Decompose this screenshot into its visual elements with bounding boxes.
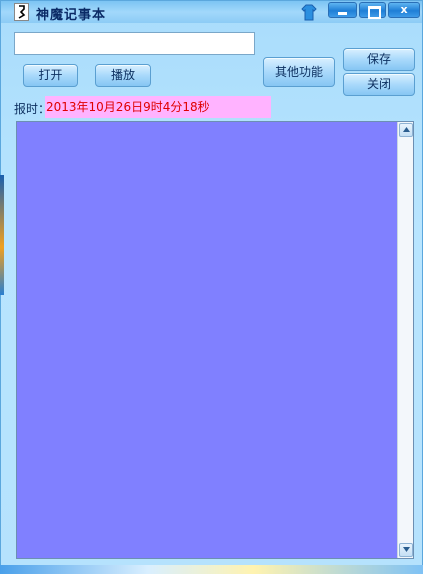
window-title: 神魔记事本 — [36, 8, 107, 23]
arrow-up-icon — [402, 127, 410, 132]
desktop-background-strip — [0, 565, 423, 574]
file-path-input[interactable] — [14, 32, 255, 55]
notepad-icon — [14, 3, 29, 21]
scroll-down-button[interactable] — [399, 543, 413, 557]
title-bar[interactable]: 神魔记事本 x — [1, 1, 422, 23]
play-button[interactable]: 播放 — [95, 64, 151, 87]
other-functions-button[interactable]: 其他功能 — [263, 57, 335, 87]
close-icon: x — [400, 3, 408, 16]
maximize-button[interactable] — [359, 2, 386, 19]
minimize-button[interactable] — [328, 2, 357, 18]
vertical-scrollbar[interactable] — [397, 122, 413, 558]
editor-area — [16, 121, 414, 559]
scroll-up-button[interactable] — [399, 123, 413, 137]
time-display: 2013年10月26日9时4分18秒 — [45, 96, 271, 118]
desktop-background-edge — [0, 175, 4, 295]
close-window-button[interactable]: x — [388, 2, 420, 18]
arrow-down-icon — [402, 547, 410, 552]
open-button[interactable]: 打开 — [23, 64, 78, 87]
save-button[interactable]: 保存 — [343, 48, 415, 71]
skin-shirt-icon[interactable] — [301, 4, 317, 21]
close-app-button[interactable]: 关闭 — [343, 73, 415, 96]
app-window: 神魔记事本 x 打开 播放 其他功能 保存 关闭 报时： 2013年10月26日… — [0, 0, 423, 574]
note-textarea[interactable] — [17, 122, 397, 558]
